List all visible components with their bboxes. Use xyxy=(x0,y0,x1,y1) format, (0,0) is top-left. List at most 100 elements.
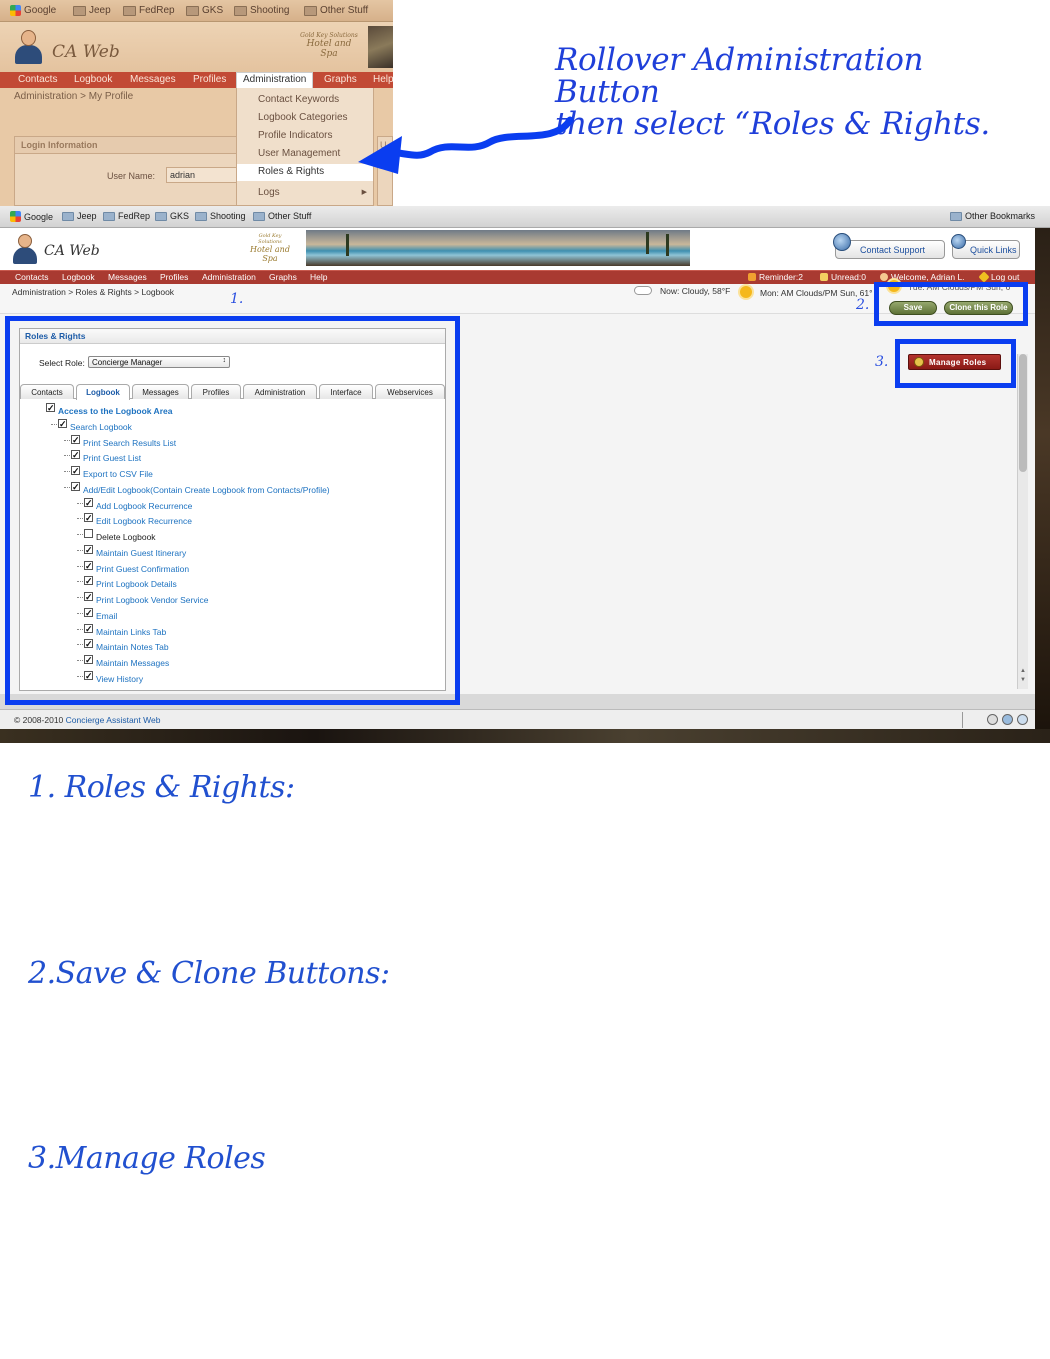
bookmark-other-stuff[interactable]: Other Stuff xyxy=(253,211,311,221)
cloud-icon xyxy=(634,286,652,295)
folder-icon xyxy=(103,211,115,221)
app-header: CA Web Gold Key Solutions Hotel and Spa … xyxy=(0,228,1035,270)
menu-item-contact-keywords[interactable]: Contact Keywords xyxy=(237,92,373,109)
network-icon[interactable] xyxy=(1002,714,1013,725)
folder-icon xyxy=(186,5,199,16)
quick-links-button[interactable]: Quick Links xyxy=(951,234,1020,259)
sun-icon xyxy=(740,286,752,298)
nav-profiles[interactable]: Profiles xyxy=(193,74,226,85)
scroll-thumb[interactable] xyxy=(1019,354,1027,472)
contact-support-button[interactable]: Contact Support xyxy=(833,233,945,259)
reminder-link[interactable]: Reminder:2 xyxy=(748,272,803,282)
bookmark-jeep[interactable]: Jeep xyxy=(62,211,97,221)
breadcrumb: Administration > Roles & Rights > Logboo… xyxy=(12,287,175,297)
app-header: CA Web Gold Key Solutions Hotel and Spa xyxy=(0,22,393,72)
bookmark-jeep[interactable]: Jeep xyxy=(73,5,111,16)
nav-logbook[interactable]: Logbook xyxy=(74,74,112,85)
section-manage-roles: 3.Manage Roles xyxy=(28,1141,266,1176)
nav-contacts[interactable]: Contacts xyxy=(18,74,57,85)
clock-icon[interactable] xyxy=(987,714,998,725)
content-scrollbar[interactable]: ▲ ▼ xyxy=(1017,354,1028,689)
folder-icon xyxy=(234,5,247,16)
banner-photo xyxy=(368,26,393,68)
bookmark-google[interactable]: Google xyxy=(10,5,56,16)
link-icon xyxy=(951,234,966,249)
bookmark-google[interactable]: Google xyxy=(10,211,53,222)
roles-rights-screenshot: Google Jeep FedRep GKS Shooting Other St… xyxy=(0,206,1050,743)
pointer-arrow-icon xyxy=(358,116,574,174)
weather-monday: Mon: AM Clouds/PM Sun, 61° xyxy=(740,286,873,298)
support-icon xyxy=(833,233,851,251)
nav-contacts[interactable]: Contacts xyxy=(15,272,49,282)
highlight-manage-roles xyxy=(895,339,1016,388)
folder-icon xyxy=(73,5,86,16)
admin-menu-screenshot: Google Jeep FedRep GKS Shooting Other St… xyxy=(0,0,393,206)
bookmark-fedrep[interactable]: FedRep xyxy=(123,5,175,16)
nav-graphs[interactable]: Graphs xyxy=(269,272,297,282)
nav-logbook[interactable]: Logbook xyxy=(62,272,95,282)
panel-title: Login Information xyxy=(15,137,240,154)
username-field[interactable]: adrian xyxy=(166,167,240,183)
bell-icon xyxy=(748,273,756,281)
sync-icon[interactable] xyxy=(1017,714,1028,725)
nav-help[interactable]: Help xyxy=(373,74,393,85)
nav-messages[interactable]: Messages xyxy=(130,74,176,85)
nav-help[interactable]: Help xyxy=(310,272,327,282)
app-logo: CA Web xyxy=(52,42,120,62)
bookmark-fedrep[interactable]: FedRep xyxy=(103,211,150,221)
instruction-note: Rollover Administration Button then sele… xyxy=(555,42,990,142)
footer: © 2008-2010 Concierge Assistant Web xyxy=(0,709,1035,729)
bookmark-gks[interactable]: GKS xyxy=(155,211,189,221)
folder-icon xyxy=(155,211,167,221)
background-photo xyxy=(0,729,1050,743)
nav-administration[interactable]: Administration xyxy=(202,272,256,282)
nav-graphs[interactable]: Graphs xyxy=(324,74,357,85)
footer-icons xyxy=(962,712,1034,728)
main-nav: Contacts Logbook Messages Profiles Admin… xyxy=(0,72,393,88)
envelope-icon xyxy=(820,273,828,281)
nav-profiles[interactable]: Profiles xyxy=(160,272,188,282)
marker-3: 3. xyxy=(875,354,889,370)
bookmark-other-stuff[interactable]: Other Stuff xyxy=(304,5,368,16)
section-save-clone: 2.Save & Clone Buttons: xyxy=(28,956,390,991)
menu-item-label: Logs xyxy=(258,187,280,198)
folder-icon xyxy=(253,211,265,221)
nav-administration[interactable]: Administration xyxy=(236,72,314,88)
section-roles-rights: 1. Roles & Rights: xyxy=(28,770,295,805)
folder-icon xyxy=(195,211,207,221)
footer-link[interactable]: Concierge Assistant Web xyxy=(66,715,161,725)
user-icon xyxy=(880,273,888,281)
unread-link[interactable]: Unread:0 xyxy=(820,272,866,282)
google-icon xyxy=(10,5,21,16)
folder-icon xyxy=(123,5,136,16)
hotel-logo: Gold Key Solutions Hotel and Spa xyxy=(250,233,290,263)
bookmark-shooting[interactable]: Shooting xyxy=(234,5,289,16)
app-logo: CA Web xyxy=(44,243,100,259)
bookmark-other-bookmarks[interactable]: Other Bookmarks xyxy=(950,211,1035,221)
marker-1: 1. xyxy=(230,291,244,307)
hotel-logo: Gold Key Solutions Hotel and Spa xyxy=(300,32,358,59)
copyright: © 2008-2010 Concierge Assistant Web xyxy=(14,715,161,725)
bookmarks-bar: Google Jeep FedRep GKS Shooting Other St… xyxy=(0,206,1050,228)
login-info-panel: Login Information User Name: adrian xyxy=(14,136,240,206)
bookmark-shooting[interactable]: Shooting xyxy=(195,211,246,221)
breadcrumb: Administration > My Profile xyxy=(14,91,134,102)
concierge-avatar-icon xyxy=(12,234,38,264)
weather-now: Now: Cloudy, 58°F xyxy=(634,286,730,296)
scroll-up-icon[interactable]: ▲ xyxy=(1019,668,1027,674)
username-label: User Name: xyxy=(107,171,156,181)
folder-icon xyxy=(950,211,962,221)
background-photo xyxy=(1035,228,1050,743)
concierge-avatar-icon xyxy=(14,30,42,64)
highlight-save-clone xyxy=(874,282,1028,326)
bookmarks-bar: Google Jeep FedRep GKS Shooting Other St… xyxy=(0,0,393,22)
scroll-down-icon[interactable]: ▼ xyxy=(1019,677,1027,683)
marker-2: 2. xyxy=(856,297,870,313)
nav-messages[interactable]: Messages xyxy=(108,272,147,282)
bookmark-gks[interactable]: GKS xyxy=(186,5,223,16)
folder-icon xyxy=(304,5,317,16)
google-icon xyxy=(10,211,21,222)
highlight-roles-panel xyxy=(5,316,460,705)
resort-banner-image xyxy=(306,230,690,266)
folder-icon xyxy=(62,211,74,221)
